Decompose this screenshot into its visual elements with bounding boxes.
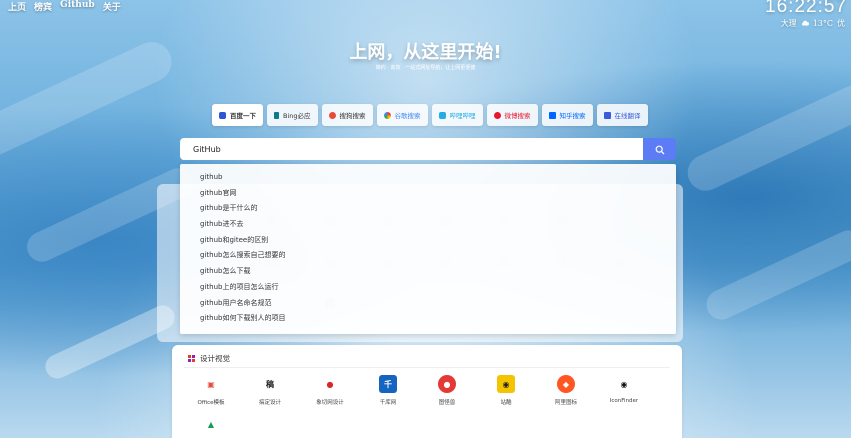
tab-bing[interactable]: Bing必应	[267, 104, 318, 126]
tab-zhihu[interactable]: 知乎搜索	[541, 104, 593, 126]
suggestion-list: github github官网 github是干什么的 github进不去 gi…	[180, 164, 676, 334]
site-iconfinder[interactable]: ◉ IconFinder	[596, 375, 652, 405]
nav-github[interactable]: Github	[60, 0, 95, 13]
site-edu[interactable]: ▲	[183, 415, 239, 438]
iconfinder-icon: ◉	[620, 379, 628, 389]
suggestion-item[interactable]: github和gitee的区别	[180, 233, 676, 249]
hero-subtitle: 简约 · 高效 · 一站式网址导航，让上网更便捷	[375, 65, 476, 71]
suggestion-item[interactable]: github官网	[180, 186, 676, 202]
tab-weibo[interactable]: 微博搜索	[486, 104, 538, 126]
search-box	[180, 138, 643, 160]
bing-icon	[274, 111, 279, 119]
suggestion-item[interactable]: github用户名命名规范	[180, 296, 676, 312]
clock: 16:22:57	[765, 0, 847, 17]
graduation-cap-icon: ▲	[207, 419, 215, 429]
suggestion-item[interactable]: github进不去	[180, 217, 676, 233]
tab-bilibili[interactable]: 哔哩哔哩	[431, 104, 483, 126]
hero-title: 上网，从这里开始!	[349, 42, 502, 63]
divider	[184, 367, 670, 368]
site-office-template[interactable]: ▣ Office模板	[183, 375, 239, 407]
office-icon: ▣	[207, 379, 215, 389]
suggestion-item[interactable]: github上的项目怎么运行	[180, 280, 676, 296]
tab-baidu[interactable]: 百度一下	[212, 104, 263, 126]
tab-sogou[interactable]: 搜狗搜索	[321, 104, 373, 126]
weibo-icon	[493, 111, 501, 119]
zcool-icon: ◉	[497, 375, 515, 393]
tab-google[interactable]: 谷歌搜索	[376, 104, 428, 126]
weather-temp: 13°C	[812, 19, 833, 28]
translate-icon	[603, 111, 611, 119]
search-icon	[655, 140, 665, 159]
tab-translate[interactable]: 在线翻译	[596, 104, 648, 126]
weather: 大理 13°C 优	[781, 18, 845, 29]
qianku-icon: 千	[379, 375, 397, 393]
google-icon	[383, 111, 391, 119]
suggestion-item[interactable]: github怎么下载	[180, 264, 676, 280]
top-nav: 上页 榜宾 Github 关于	[8, 0, 121, 13]
site-gaoding[interactable]: 稿 搞定设计	[242, 375, 298, 407]
suggestion-item[interactable]: github怎么搜索自己想要的	[180, 248, 676, 264]
site-iconfont[interactable]: ◆ 阿里图标	[538, 375, 594, 406]
design-section: 设计视觉 ▣ Office模板 稿 搞定设计 ● 象切网设计 千 千库网 ● 图…	[172, 345, 682, 438]
baidu-icon	[219, 111, 226, 119]
sogou-icon	[328, 111, 336, 119]
weather-city: 大理	[780, 19, 797, 28]
search-input[interactable]	[193, 144, 643, 154]
site-tuguaishou[interactable]: ● 图怪兽	[419, 375, 475, 406]
suggestion-item[interactable]: github	[180, 170, 676, 186]
site-qianku[interactable]: 千 千库网	[360, 375, 416, 406]
xiangqie-icon: ●	[326, 379, 334, 389]
site-zcool[interactable]: ◉ 站酷	[478, 375, 534, 406]
cloud-icon	[801, 19, 809, 28]
suggestion-item[interactable]: github是干什么的	[180, 201, 676, 217]
tuguaishou-icon: ●	[438, 375, 456, 393]
nav-ranking[interactable]: 榜宾	[34, 0, 52, 13]
section-title: 设计视觉	[200, 354, 230, 363]
search-button[interactable]	[643, 138, 676, 160]
engine-tabs: 百度一下 Bing必应 搜狗搜索 谷歌搜索 哔哩哔哩 微博搜索 知乎搜索 在线翻…	[212, 104, 648, 126]
gaoding-icon: 稿	[266, 379, 274, 389]
bilibili-icon	[438, 111, 446, 119]
nav-about[interactable]: 关于	[103, 0, 121, 13]
nav-home[interactable]: 上页	[8, 0, 26, 13]
site-xiangqie[interactable]: ● 象切网设计	[302, 375, 358, 407]
zhihu-icon	[548, 111, 556, 119]
iconfont-icon: ◆	[557, 375, 575, 393]
suggestion-item[interactable]: github如何下载别人的项目	[180, 311, 676, 327]
weather-cond: 优	[837, 19, 845, 28]
palette-icon	[188, 355, 195, 362]
section-header: 设计视觉	[188, 353, 230, 364]
